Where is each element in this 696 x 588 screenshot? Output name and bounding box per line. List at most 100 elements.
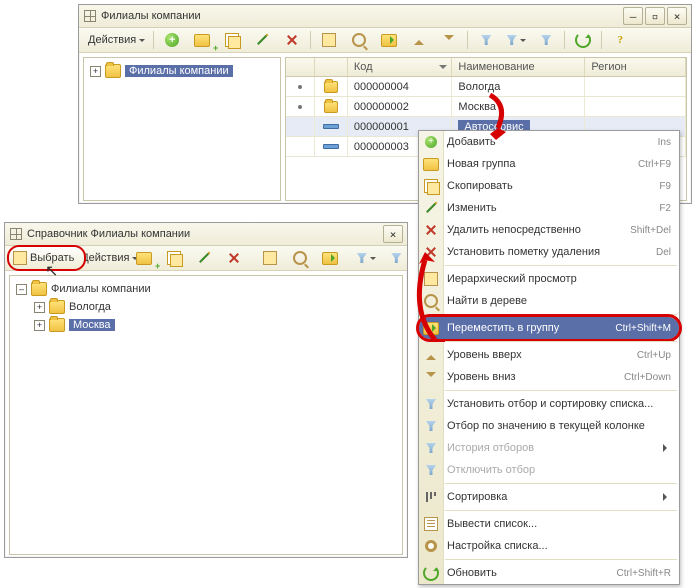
menu-edit[interactable]: ИзменитьF2 xyxy=(419,197,679,219)
item-icon xyxy=(323,144,339,149)
find-icon xyxy=(352,33,366,47)
close-button[interactable]: × xyxy=(667,7,687,25)
tree-item-row[interactable]: + Москва xyxy=(12,316,400,334)
menu-output-list[interactable]: Вывести список... xyxy=(419,513,679,535)
collapse-icon[interactable]: – xyxy=(16,284,27,295)
pencil-icon xyxy=(257,35,267,45)
menu-delete[interactable]: Удалить непосредственноShift+Del xyxy=(419,219,679,241)
filter-menu[interactable] xyxy=(352,247,380,269)
clear-filter-button[interactable] xyxy=(532,29,560,51)
add-group-button[interactable] xyxy=(130,247,158,269)
expand-icon[interactable]: + xyxy=(34,320,45,331)
menu-mark-delete[interactable]: Установить пометку удаленияDel xyxy=(419,241,679,263)
level-up-button[interactable] xyxy=(405,29,433,51)
table-row[interactable]: 000000002 Москва xyxy=(286,97,686,117)
delete-button[interactable] xyxy=(220,247,248,269)
pencil-icon xyxy=(426,203,436,213)
dot-icon xyxy=(298,85,302,89)
refresh-button[interactable] xyxy=(569,29,597,51)
folder-icon xyxy=(324,101,338,113)
select-button[interactable]: Выбрать ↖ xyxy=(7,245,86,271)
plus-icon: + xyxy=(165,33,179,47)
folder-plus-icon xyxy=(136,252,152,265)
menu-separator xyxy=(445,390,677,391)
tree-label: Филиалы компании xyxy=(51,283,151,295)
tree-root-row[interactable]: + Филиалы компании xyxy=(86,62,278,80)
main-titlebar: Филиалы компании – ▫ × xyxy=(79,5,691,28)
edit-button[interactable] xyxy=(190,247,218,269)
close-button[interactable]: × xyxy=(383,225,403,243)
menu-refresh[interactable]: ОбновитьCtrl+Shift+R xyxy=(419,562,679,584)
folder-icon xyxy=(31,282,47,296)
x-icon xyxy=(286,34,298,46)
find-button[interactable] xyxy=(286,247,314,269)
plus-icon xyxy=(425,136,437,148)
cell-name: Вологда xyxy=(458,81,500,93)
copy-icon xyxy=(225,33,239,47)
menu-list-settings[interactable]: Настройка списка... xyxy=(419,535,679,557)
cell-region xyxy=(585,77,686,96)
picker-tree[interactable]: – Филиалы компании + Вологда + Москва xyxy=(9,275,403,555)
move-icon xyxy=(322,252,338,265)
expand-icon[interactable]: + xyxy=(90,66,101,77)
actions-menu[interactable]: Действия xyxy=(81,29,149,51)
menu-hierarchy[interactable]: Иерархический просмотр xyxy=(419,268,679,290)
menu-separator xyxy=(445,483,677,484)
copy-button[interactable] xyxy=(160,247,188,269)
menu-filter-value[interactable]: Отбор по значению в текущей колонке xyxy=(419,415,679,437)
menu-add[interactable]: ДобавитьIns xyxy=(419,131,679,153)
find-button[interactable] xyxy=(345,29,373,51)
pencil-icon xyxy=(199,253,209,263)
main-tree[interactable]: + Филиалы компании xyxy=(83,57,281,201)
context-menu: ДобавитьIns Новая группаCtrl+F9 Скопиров… xyxy=(418,130,680,585)
menu-find-tree[interactable]: Найти в дереве xyxy=(419,290,679,312)
tree-item-row[interactable]: + Вологда xyxy=(12,298,400,316)
col-region[interactable]: Регион xyxy=(585,58,686,76)
folder-icon xyxy=(49,300,65,314)
menu-level-down[interactable]: Уровень внизCtrl+Down xyxy=(419,366,679,388)
tree-root-row[interactable]: – Филиалы компании xyxy=(12,280,400,298)
edit-button[interactable] xyxy=(248,29,276,51)
hierarchy-button[interactable] xyxy=(256,247,284,269)
menu-new-group[interactable]: Новая группаCtrl+F9 xyxy=(419,153,679,175)
add-group-button[interactable] xyxy=(188,29,216,51)
expand-icon[interactable]: + xyxy=(34,302,45,313)
minimize-button[interactable]: – xyxy=(623,7,643,25)
help-button[interactable]: ? xyxy=(606,29,634,51)
picker-toolbar: Выбрать ↖ Действия » xyxy=(5,246,407,271)
level-down-button[interactable] xyxy=(435,29,463,51)
list-icon xyxy=(424,517,438,531)
menu-move-to-group[interactable]: Переместить в группуCtrl+Shift+M xyxy=(419,317,679,339)
folder-icon xyxy=(49,318,65,332)
funnel-icon xyxy=(481,35,491,45)
menu-filter-off[interactable]: Отключить отбор xyxy=(419,459,679,481)
x-icon xyxy=(425,224,437,236)
filter-sort-button[interactable] xyxy=(472,29,500,51)
tree-root-label: Филиалы компании xyxy=(125,65,233,77)
picker-title: Справочник Филиалы компании xyxy=(27,228,383,240)
maximize-button[interactable]: ▫ xyxy=(645,7,665,25)
filter-history-button[interactable] xyxy=(502,29,530,51)
refresh-icon xyxy=(423,565,439,581)
picker-window: Справочник Филиалы компании × Выбрать ↖ … xyxy=(4,222,408,558)
menu-copy[interactable]: СкопироватьF9 xyxy=(419,175,679,197)
menu-level-up[interactable]: Уровень вверхCtrl+Up xyxy=(419,344,679,366)
move-button[interactable] xyxy=(316,247,344,269)
clear-filter-button[interactable] xyxy=(382,247,410,269)
col-code[interactable]: Код xyxy=(348,58,453,76)
menu-filter-sort[interactable]: Установить отбор и сортировку списка... xyxy=(419,393,679,415)
select-label: Выбрать xyxy=(30,252,74,264)
table-row[interactable]: 000000004 Вологда xyxy=(286,77,686,97)
copy-button[interactable] xyxy=(218,29,246,51)
menu-filter-history[interactable]: История отборов xyxy=(419,437,679,459)
delete-button[interactable] xyxy=(278,29,306,51)
col-name[interactable]: Наименование xyxy=(452,58,585,76)
actions-menu[interactable]: Действия xyxy=(94,247,122,269)
folder-icon xyxy=(105,64,121,78)
menu-sort[interactable]: Сортировка xyxy=(419,486,679,508)
move-button[interactable] xyxy=(375,29,403,51)
hierarchy-button[interactable] xyxy=(315,29,343,51)
add-button[interactable]: + xyxy=(158,29,186,51)
help-icon: ? xyxy=(617,34,623,46)
select-icon xyxy=(13,251,27,265)
